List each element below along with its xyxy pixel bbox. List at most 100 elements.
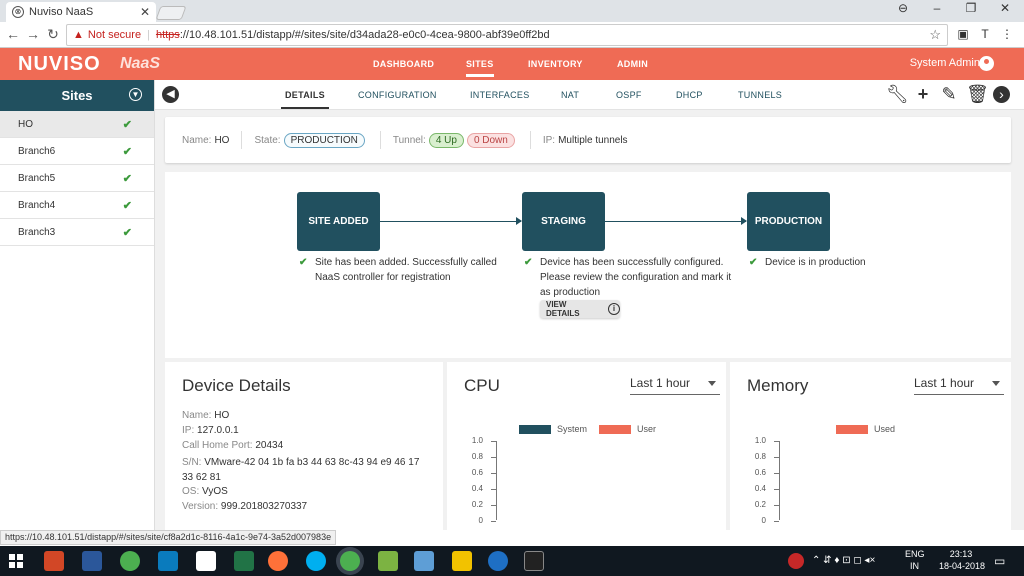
y-tick-label: 0.4 bbox=[471, 484, 483, 493]
site-name: HO bbox=[214, 134, 230, 146]
trash-icon[interactable]: 🗑︎ bbox=[966, 84, 989, 105]
edit-pencil-icon[interactable]: ✎ bbox=[939, 84, 959, 105]
profile-icon[interactable]: ⊖ bbox=[888, 1, 918, 15]
minimize-icon[interactable]: – bbox=[922, 1, 952, 15]
wrench-icon[interactable]: 🔧︎ bbox=[886, 84, 909, 105]
memory-range-select[interactable]: Last 1 hour bbox=[914, 376, 1004, 395]
tab-configuration[interactable]: CONFIGURATION bbox=[358, 90, 437, 100]
mail-icon[interactable] bbox=[196, 551, 216, 571]
excel-icon[interactable] bbox=[234, 551, 254, 571]
sidebar-title: Sites bbox=[61, 88, 93, 103]
y-tick-mark bbox=[491, 521, 496, 522]
tab-tunnels[interactable]: TUNNELS bbox=[738, 90, 782, 100]
tab-interfaces[interactable]: INTERFACES bbox=[470, 90, 530, 100]
notepad-plus-icon[interactable] bbox=[378, 551, 398, 571]
menu-kebab-icon[interactable]: ⋮ bbox=[999, 27, 1015, 41]
tab-dhcp[interactable]: DHCP bbox=[676, 90, 703, 100]
sidebar-item-branch3[interactable]: Branch3 ✔ bbox=[0, 219, 154, 246]
nav-inventory[interactable]: INVENTORY bbox=[528, 59, 583, 69]
step-production-desc: ✔ Device is in production bbox=[749, 255, 959, 270]
version-label: Version: bbox=[182, 501, 219, 512]
memory-legend: Used bbox=[836, 424, 895, 434]
y-tick-mark bbox=[491, 505, 496, 506]
word-icon[interactable] bbox=[82, 551, 102, 571]
reload-icon[interactable]: ↻ bbox=[44, 26, 62, 43]
extension-icon[interactable]: ▣ bbox=[955, 27, 971, 41]
version-row: Version: 999.201803270337 bbox=[182, 501, 307, 512]
clock-time[interactable]: 23:13 bbox=[946, 549, 976, 559]
terminal-icon[interactable] bbox=[524, 551, 544, 571]
check-icon: ✔ bbox=[122, 199, 132, 212]
skype-icon[interactable] bbox=[306, 551, 326, 571]
tab-ospf[interactable]: OSPF bbox=[616, 90, 642, 100]
add-icon[interactable]: + bbox=[913, 84, 933, 105]
user-name[interactable]: System Admin bbox=[910, 57, 980, 69]
filter-icon[interactable]: ▼ bbox=[129, 88, 142, 101]
call-home-port-value: 20434 bbox=[255, 440, 284, 451]
tab-details[interactable]: DETAILS bbox=[281, 90, 329, 109]
os-value: VyOS bbox=[202, 486, 228, 497]
step-production: PRODUCTION bbox=[747, 192, 830, 251]
translate-extension-icon[interactable]: T bbox=[977, 27, 993, 41]
nav-dashboard[interactable]: DASHBOARD bbox=[373, 59, 434, 69]
check-icon: ✔ bbox=[122, 118, 132, 131]
check-icon: ✔ bbox=[299, 257, 308, 268]
url-input[interactable]: ▲ Not secure | https ://10.48.101.51/dis… bbox=[66, 24, 948, 46]
sidebar-item-label: Branch5 bbox=[18, 172, 56, 184]
powerpoint-icon[interactable] bbox=[44, 551, 64, 571]
check-icon: ✔ bbox=[122, 145, 132, 158]
user-account-icon[interactable] bbox=[979, 56, 994, 71]
sidebar-item-branch4[interactable]: Branch4 ✔ bbox=[0, 192, 154, 219]
step-staging: STAGING bbox=[522, 192, 605, 251]
app-header: NUVISO NaaS DASHBOARD SITES INVENTORY AD… bbox=[0, 48, 1024, 80]
site-summary: Name: HO State: PRODUCTION Tunnel: 4 Up … bbox=[165, 117, 1011, 163]
restore-icon[interactable]: ❐ bbox=[956, 1, 986, 15]
y-tick-label: 0 bbox=[761, 516, 766, 525]
main-content: ◀ DETAILS CONFIGURATION INTERFACES NAT O… bbox=[155, 80, 1024, 530]
check-icon: ✔ bbox=[122, 226, 132, 239]
network-app-icon[interactable] bbox=[488, 551, 508, 571]
brand-logo[interactable]: NUVISO bbox=[18, 53, 101, 76]
sidebar-item-label: Branch4 bbox=[18, 199, 56, 211]
browser-tab[interactable]: ⊗ Nuviso NaaS ✕ bbox=[6, 2, 156, 22]
alert-icon[interactable] bbox=[788, 553, 804, 569]
step-desc-text: Site has been added. Successfully called… bbox=[315, 257, 497, 283]
app-icon[interactable] bbox=[414, 551, 434, 571]
sidebar-item-branch5[interactable]: Branch5 ✔ bbox=[0, 165, 154, 192]
step-site-added: SITE ADDED bbox=[297, 192, 380, 251]
nav-sites[interactable]: SITES bbox=[466, 59, 494, 77]
back-circle-icon[interactable]: ◀ bbox=[162, 86, 179, 103]
y-axis-line bbox=[496, 441, 497, 520]
nav-admin[interactable]: ADMIN bbox=[617, 59, 648, 69]
tray-icons[interactable]: ⌃ ⇵ ♦ ⊡ ◻ ◂× bbox=[812, 555, 875, 566]
cpu-legend: System User bbox=[519, 424, 656, 434]
chrome-active-icon[interactable] bbox=[340, 551, 360, 571]
new-tab-button[interactable] bbox=[155, 6, 187, 20]
forward-arrow-icon[interactable]: → bbox=[24, 26, 42, 42]
remote-desktop-icon[interactable] bbox=[158, 551, 178, 571]
chrome-icon[interactable] bbox=[120, 551, 140, 571]
tab-close-icon[interactable]: ✕ bbox=[140, 5, 150, 19]
os-label: OS: bbox=[182, 486, 200, 497]
windows-start-icon[interactable] bbox=[9, 554, 23, 568]
file-explorer-icon[interactable] bbox=[452, 551, 472, 571]
cpu-range-select[interactable]: Last 1 hour bbox=[630, 376, 720, 395]
close-window-icon[interactable]: ✕ bbox=[990, 1, 1020, 15]
next-circle-icon[interactable]: › bbox=[993, 86, 1010, 103]
bookmark-star-icon[interactable]: ☆ bbox=[929, 27, 941, 43]
state-badge: PRODUCTION bbox=[283, 132, 365, 148]
firefox-icon[interactable] bbox=[268, 551, 288, 571]
view-details-button[interactable]: VIEW DETAILS i bbox=[540, 300, 620, 318]
sidebar-item-ho[interactable]: HO ✔ bbox=[0, 111, 154, 138]
sites-sidebar: Sites ▼ HO ✔ Branch6 ✔ Branch5 ✔ Branch4… bbox=[0, 80, 155, 530]
input-language[interactable]: ENG bbox=[905, 549, 925, 559]
sidebar-item-branch6[interactable]: Branch6 ✔ bbox=[0, 138, 154, 165]
back-arrow-icon[interactable]: ← bbox=[4, 26, 22, 42]
warning-icon: ▲ bbox=[73, 29, 84, 41]
y-tick-mark bbox=[774, 505, 779, 506]
legend-label-used: Used bbox=[874, 424, 896, 434]
tab-nat[interactable]: NAT bbox=[561, 90, 579, 100]
notifications-icon[interactable]: ▭ bbox=[994, 554, 1005, 568]
not-secure-label[interactable]: Not secure bbox=[88, 29, 141, 41]
tab-title: Nuviso NaaS bbox=[29, 6, 94, 18]
